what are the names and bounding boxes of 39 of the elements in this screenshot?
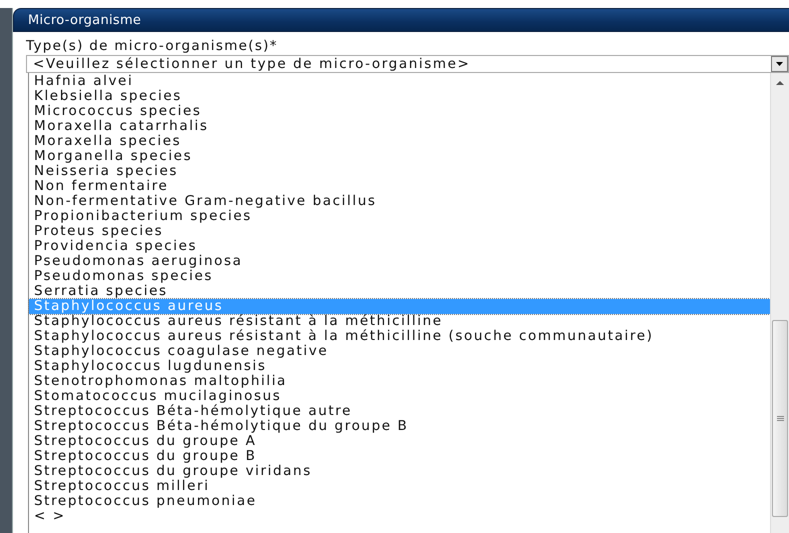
list-option[interactable]: Pseudomonas species [29, 269, 770, 284]
scroll-thumb[interactable] [772, 320, 788, 517]
list-option[interactable]: < > [29, 509, 770, 524]
scroll-up-icon [776, 81, 784, 85]
dropdown-value: <Veuillez sélectionner un type de micro-organisme> [32, 56, 472, 72]
list-option[interactable]: Non fermentaire [29, 179, 770, 194]
list-option[interactable]: Staphylococcus aureus résistant à la méthicilline [29, 314, 770, 329]
list-option[interactable]: Serratia species [29, 284, 770, 299]
list-option[interactable]: Streptococcus du groupe B [29, 449, 770, 464]
list-option[interactable]: Klebsiella species [29, 89, 770, 104]
list-option[interactable]: Micrococcus species [29, 104, 770, 119]
caret-icon [776, 62, 783, 66]
list-option[interactable]: Moraxella catarrhalis [29, 119, 770, 134]
type-dropdown[interactable]: <Veuillez sélectionner un type de micro-organisme> [26, 55, 789, 73]
list-option[interactable]: Stenotrophomonas maltophilia [29, 374, 770, 389]
list-option[interactable]: Providencia species [29, 239, 770, 254]
list-option[interactable]: Stomatococcus mucilaginosus [29, 389, 770, 404]
list-option[interactable]: Staphylococcus coagulase negative [29, 344, 770, 359]
list-option[interactable]: Staphylococcus aureus résistant à la méthicilline (souche communautaire) [29, 329, 770, 344]
list-option[interactable]: Streptococcus du groupe A [29, 434, 770, 449]
list-option[interactable]: Morganella species [29, 149, 770, 164]
list-option[interactable]: Propionibacterium species [29, 209, 770, 224]
list-option[interactable]: Staphylococcus lugdunensis [29, 359, 770, 374]
list-option[interactable]: Streptococcus du groupe viridans [29, 464, 770, 479]
list-option[interactable]: Hafnia alvei [29, 74, 770, 89]
list-option[interactable]: Neisseria species [29, 164, 770, 179]
list-option[interactable]: Moraxella species [29, 134, 770, 149]
grip-icon [776, 416, 784, 421]
window-title: Micro-organisme [28, 12, 142, 28]
list-option[interactable]: Streptococcus Béta-hémolytique du groupe B [29, 419, 770, 434]
scrollbar[interactable] [770, 73, 789, 533]
dropdown-button[interactable] [771, 56, 788, 72]
list-option[interactable]: Streptococcus milleri [29, 479, 770, 494]
list-option[interactable]: Streptococcus pneumoniae [29, 494, 770, 509]
list-option[interactable]: Streptococcus Béta-hémolytique autre [29, 404, 770, 419]
list-option[interactable]: Non-fermentative Gram-negative bacillus [29, 194, 770, 209]
field-label: Type(s) de micro-organisme(s)* [26, 38, 278, 54]
list-option[interactable]: Proteus species [29, 224, 770, 239]
list-option[interactable]: Pseudomonas aeruginosa [29, 254, 770, 269]
